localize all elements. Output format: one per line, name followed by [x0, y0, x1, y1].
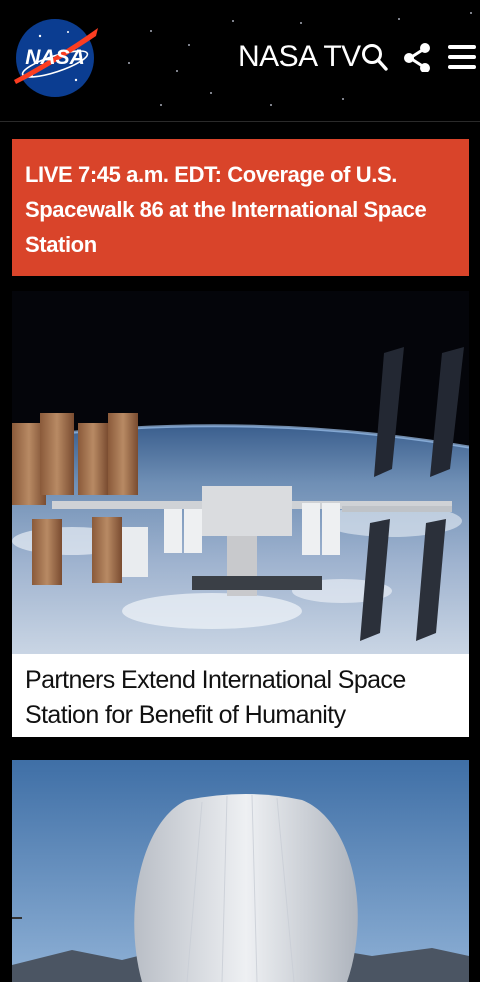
- nav-nasa-tv[interactable]: NASA TV: [238, 40, 361, 74]
- share-icon[interactable]: [402, 42, 432, 72]
- search-icon[interactable]: [360, 42, 390, 72]
- story-card-balloon[interactable]: [12, 760, 469, 982]
- menu-icon[interactable]: [446, 42, 478, 72]
- iss-photo: [12, 291, 469, 654]
- story-title: Partners Extend International Space Stat…: [25, 666, 406, 729]
- balloon-photo: [12, 760, 469, 982]
- nasa-logo-text: NASA: [25, 46, 85, 69]
- story-card-iss[interactable]: Partners Extend International Space Stat…: [12, 291, 469, 737]
- nasa-logo[interactable]: NASA: [10, 14, 100, 100]
- story-caption: Partners Extend International Space Stat…: [12, 654, 469, 737]
- live-banner-text: LIVE 7:45 a.m. EDT: Coverage of U.S. Spa…: [25, 162, 427, 257]
- site-header: NASA NASA TV: [0, 0, 480, 122]
- live-coverage-banner[interactable]: LIVE 7:45 a.m. EDT: Coverage of U.S. Spa…: [12, 139, 469, 276]
